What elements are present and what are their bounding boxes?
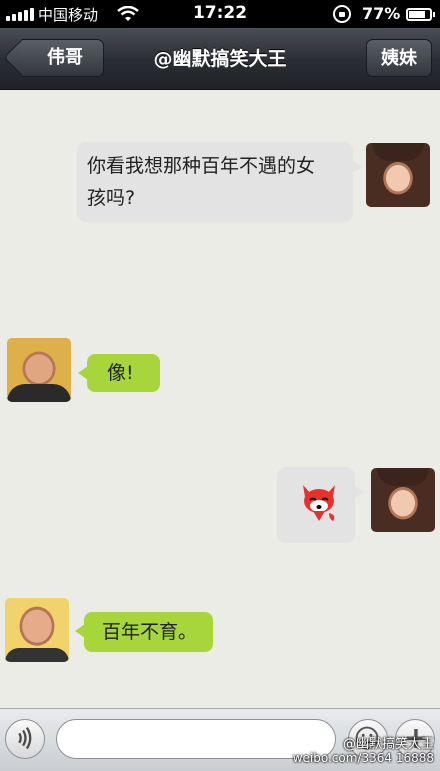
voice-input-button[interactable]: [5, 719, 45, 759]
message-1-line-2: 孩吗?: [87, 187, 136, 209]
watermark-name: @幽默搞笑大王: [342, 737, 434, 752]
man-avatar[interactable]: [7, 338, 71, 402]
chat-area[interactable]: 你看我想那种百年不遇的女 孩吗? 像! 百年不育。: [0, 90, 440, 708]
fox-emoji-icon: [303, 485, 335, 521]
back-button-label: 伟哥: [47, 47, 83, 68]
message-bubble-2: 像!: [78, 354, 160, 392]
man-avatar[interactable]: [5, 598, 69, 662]
page-title: @幽默搞笑大王: [153, 48, 287, 70]
microphone-icon: [18, 726, 32, 750]
message-1-line-1: 你看我想那种百年不遇的女: [87, 155, 316, 177]
battery-icon: [406, 8, 435, 21]
woman-avatar[interactable]: [371, 468, 435, 532]
nav-bar: 伟哥 @幽默搞笑大王 姨妹: [0, 28, 440, 90]
message-bubble-4: 百年不育。: [75, 612, 213, 652]
battery-percent: 77%: [362, 4, 401, 23]
status-bar: 中国移动 17:22 77%: [0, 0, 440, 28]
sticker-bubble: [277, 467, 364, 543]
rotation-lock-icon: [333, 5, 351, 23]
watermark-url: weibo.com/3364 16888: [292, 751, 434, 765]
contact-profile-button[interactable]: 姨妹: [366, 39, 432, 77]
woman-avatar[interactable]: [366, 143, 430, 207]
back-button[interactable]: 伟哥: [3, 38, 104, 77]
message-bubble-1: 你看我想那种百年不遇的女 孩吗?: [77, 142, 362, 222]
